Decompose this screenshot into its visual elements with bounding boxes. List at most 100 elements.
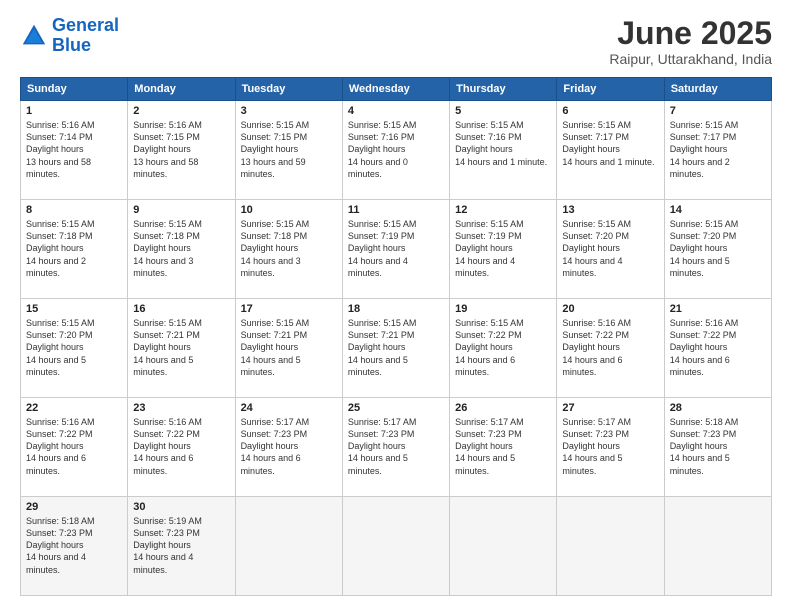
calendar-cell: 8 Sunrise: 5:15 AM Sunset: 7:18 PM Dayli… <box>21 200 128 299</box>
calendar-cell: 16 Sunrise: 5:15 AM Sunset: 7:21 PM Dayl… <box>128 299 235 398</box>
calendar-cell: 12 Sunrise: 5:15 AM Sunset: 7:19 PM Dayl… <box>450 200 557 299</box>
day-number: 29 <box>26 501 122 513</box>
main-title: June 2025 <box>609 16 772 51</box>
calendar-cell <box>664 497 771 596</box>
page: General Blue June 2025 Raipur, Uttarakha… <box>0 0 792 612</box>
calendar-body: 1 Sunrise: 5:16 AM Sunset: 7:14 PM Dayli… <box>21 101 772 596</box>
day-info: Sunrise: 5:18 AM Sunset: 7:23 PM Dayligh… <box>26 515 122 576</box>
day-info: Sunrise: 5:15 AM Sunset: 7:16 PM Dayligh… <box>455 119 551 168</box>
calendar-cell: 24 Sunrise: 5:17 AM Sunset: 7:23 PM Dayl… <box>235 398 342 497</box>
calendar-week-1: 1 Sunrise: 5:16 AM Sunset: 7:14 PM Dayli… <box>21 101 772 200</box>
calendar-cell: 26 Sunrise: 5:17 AM Sunset: 7:23 PM Dayl… <box>450 398 557 497</box>
logo-icon <box>20 22 48 50</box>
day-info: Sunrise: 5:15 AM Sunset: 7:15 PM Dayligh… <box>241 119 337 180</box>
calendar-cell: 1 Sunrise: 5:16 AM Sunset: 7:14 PM Dayli… <box>21 101 128 200</box>
calendar-cell <box>235 497 342 596</box>
day-number: 18 <box>348 303 444 315</box>
day-number: 26 <box>455 402 551 414</box>
calendar-week-5: 29 Sunrise: 5:18 AM Sunset: 7:23 PM Dayl… <box>21 497 772 596</box>
day-number: 19 <box>455 303 551 315</box>
day-info: Sunrise: 5:15 AM Sunset: 7:20 PM Dayligh… <box>562 218 658 279</box>
day-number: 7 <box>670 105 766 117</box>
calendar-week-2: 8 Sunrise: 5:15 AM Sunset: 7:18 PM Dayli… <box>21 200 772 299</box>
calendar-cell: 27 Sunrise: 5:17 AM Sunset: 7:23 PM Dayl… <box>557 398 664 497</box>
calendar-cell: 22 Sunrise: 5:16 AM Sunset: 7:22 PM Dayl… <box>21 398 128 497</box>
day-info: Sunrise: 5:19 AM Sunset: 7:23 PM Dayligh… <box>133 515 229 576</box>
calendar-cell: 2 Sunrise: 5:16 AM Sunset: 7:15 PM Dayli… <box>128 101 235 200</box>
day-info: Sunrise: 5:15 AM Sunset: 7:21 PM Dayligh… <box>348 317 444 378</box>
day-info: Sunrise: 5:15 AM Sunset: 7:19 PM Dayligh… <box>455 218 551 279</box>
header-row: Sunday Monday Tuesday Wednesday Thursday… <box>21 78 772 101</box>
calendar-cell <box>450 497 557 596</box>
calendar-cell: 23 Sunrise: 5:16 AM Sunset: 7:22 PM Dayl… <box>128 398 235 497</box>
calendar-cell: 14 Sunrise: 5:15 AM Sunset: 7:20 PM Dayl… <box>664 200 771 299</box>
calendar-cell: 21 Sunrise: 5:16 AM Sunset: 7:22 PM Dayl… <box>664 299 771 398</box>
day-number: 2 <box>133 105 229 117</box>
calendar-cell: 3 Sunrise: 5:15 AM Sunset: 7:15 PM Dayli… <box>235 101 342 200</box>
header: General Blue June 2025 Raipur, Uttarakha… <box>20 16 772 67</box>
day-info: Sunrise: 5:15 AM Sunset: 7:17 PM Dayligh… <box>562 119 658 168</box>
day-info: Sunrise: 5:17 AM Sunset: 7:23 PM Dayligh… <box>348 416 444 477</box>
day-info: Sunrise: 5:16 AM Sunset: 7:22 PM Dayligh… <box>133 416 229 477</box>
calendar-cell: 6 Sunrise: 5:15 AM Sunset: 7:17 PM Dayli… <box>557 101 664 200</box>
day-number: 25 <box>348 402 444 414</box>
col-wednesday: Wednesday <box>342 78 449 101</box>
day-number: 24 <box>241 402 337 414</box>
calendar-cell: 19 Sunrise: 5:15 AM Sunset: 7:22 PM Dayl… <box>450 299 557 398</box>
day-info: Sunrise: 5:16 AM Sunset: 7:22 PM Dayligh… <box>562 317 658 378</box>
col-sunday: Sunday <box>21 78 128 101</box>
subtitle: Raipur, Uttarakhand, India <box>609 51 772 67</box>
calendar-cell <box>557 497 664 596</box>
day-info: Sunrise: 5:16 AM Sunset: 7:22 PM Dayligh… <box>26 416 122 477</box>
day-number: 5 <box>455 105 551 117</box>
day-number: 10 <box>241 204 337 216</box>
title-block: June 2025 Raipur, Uttarakhand, India <box>609 16 772 67</box>
day-number: 14 <box>670 204 766 216</box>
calendar-cell: 17 Sunrise: 5:15 AM Sunset: 7:21 PM Dayl… <box>235 299 342 398</box>
calendar-cell <box>342 497 449 596</box>
calendar-cell: 18 Sunrise: 5:15 AM Sunset: 7:21 PM Dayl… <box>342 299 449 398</box>
day-info: Sunrise: 5:15 AM Sunset: 7:18 PM Dayligh… <box>133 218 229 279</box>
calendar-cell: 10 Sunrise: 5:15 AM Sunset: 7:18 PM Dayl… <box>235 200 342 299</box>
day-info: Sunrise: 5:15 AM Sunset: 7:21 PM Dayligh… <box>241 317 337 378</box>
col-tuesday: Tuesday <box>235 78 342 101</box>
day-info: Sunrise: 5:16 AM Sunset: 7:14 PM Dayligh… <box>26 119 122 180</box>
calendar-header: Sunday Monday Tuesday Wednesday Thursday… <box>21 78 772 101</box>
day-number: 21 <box>670 303 766 315</box>
calendar-cell: 5 Sunrise: 5:15 AM Sunset: 7:16 PM Dayli… <box>450 101 557 200</box>
day-number: 23 <box>133 402 229 414</box>
day-number: 20 <box>562 303 658 315</box>
day-number: 13 <box>562 204 658 216</box>
day-info: Sunrise: 5:16 AM Sunset: 7:15 PM Dayligh… <box>133 119 229 180</box>
calendar-cell: 15 Sunrise: 5:15 AM Sunset: 7:20 PM Dayl… <box>21 299 128 398</box>
col-saturday: Saturday <box>664 78 771 101</box>
day-number: 8 <box>26 204 122 216</box>
day-info: Sunrise: 5:15 AM Sunset: 7:22 PM Dayligh… <box>455 317 551 378</box>
day-info: Sunrise: 5:17 AM Sunset: 7:23 PM Dayligh… <box>241 416 337 477</box>
day-number: 15 <box>26 303 122 315</box>
day-number: 22 <box>26 402 122 414</box>
day-info: Sunrise: 5:15 AM Sunset: 7:18 PM Dayligh… <box>26 218 122 279</box>
calendar-cell: 13 Sunrise: 5:15 AM Sunset: 7:20 PM Dayl… <box>557 200 664 299</box>
day-info: Sunrise: 5:17 AM Sunset: 7:23 PM Dayligh… <box>562 416 658 477</box>
day-number: 12 <box>455 204 551 216</box>
logo-text: General Blue <box>52 16 119 56</box>
day-info: Sunrise: 5:15 AM Sunset: 7:19 PM Dayligh… <box>348 218 444 279</box>
calendar-cell: 9 Sunrise: 5:15 AM Sunset: 7:18 PM Dayli… <box>128 200 235 299</box>
day-number: 28 <box>670 402 766 414</box>
calendar-cell: 25 Sunrise: 5:17 AM Sunset: 7:23 PM Dayl… <box>342 398 449 497</box>
logo: General Blue <box>20 16 119 56</box>
calendar-cell: 30 Sunrise: 5:19 AM Sunset: 7:23 PM Dayl… <box>128 497 235 596</box>
calendar-week-4: 22 Sunrise: 5:16 AM Sunset: 7:22 PM Dayl… <box>21 398 772 497</box>
day-number: 9 <box>133 204 229 216</box>
day-info: Sunrise: 5:15 AM Sunset: 7:21 PM Dayligh… <box>133 317 229 378</box>
calendar-cell: 7 Sunrise: 5:15 AM Sunset: 7:17 PM Dayli… <box>664 101 771 200</box>
calendar-cell: 29 Sunrise: 5:18 AM Sunset: 7:23 PM Dayl… <box>21 497 128 596</box>
day-number: 6 <box>562 105 658 117</box>
col-thursday: Thursday <box>450 78 557 101</box>
day-number: 16 <box>133 303 229 315</box>
day-info: Sunrise: 5:15 AM Sunset: 7:16 PM Dayligh… <box>348 119 444 180</box>
calendar-table: Sunday Monday Tuesday Wednesday Thursday… <box>20 77 772 596</box>
day-number: 1 <box>26 105 122 117</box>
day-info: Sunrise: 5:18 AM Sunset: 7:23 PM Dayligh… <box>670 416 766 477</box>
